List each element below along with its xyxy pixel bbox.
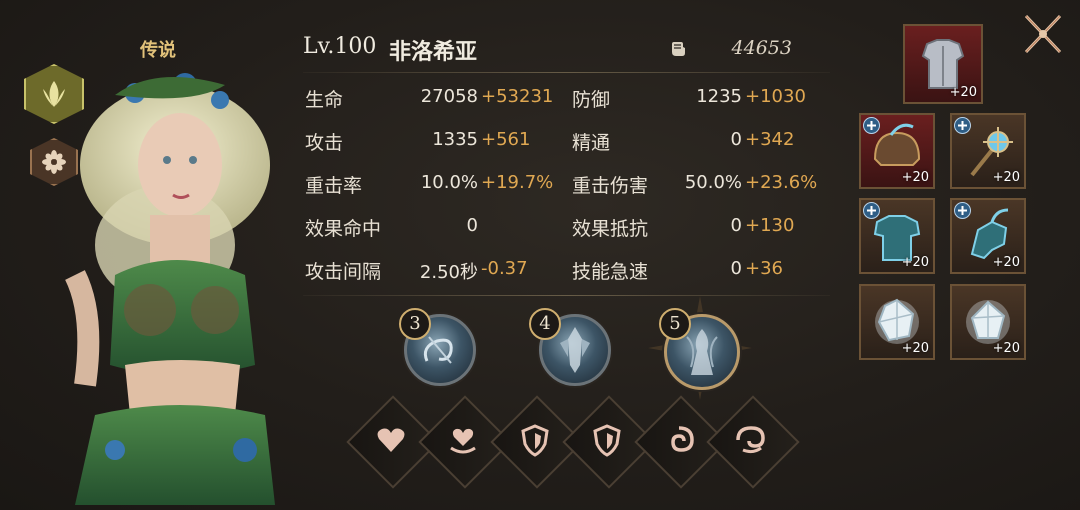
swirl-icon (736, 426, 765, 454)
stat-bonus-value: +36 (745, 258, 783, 279)
equip-level: +20 (949, 85, 977, 100)
stat-label: 生命 (305, 89, 344, 111)
stat-bonus-value: +19.7% (481, 172, 554, 193)
equip-slot-accessory-1[interactable]: +20 (859, 284, 935, 360)
equip-slot-chest[interactable]: +20 (859, 198, 935, 274)
skill-3-number: 5 (659, 308, 691, 340)
equip-slot-weapon[interactable]: +20 (950, 113, 1026, 189)
hero-detail-screen: 传说 Lv.100 非洛希亚 44653 生命 27058 +53231 防御 … (0, 0, 1080, 510)
hero-portrait (65, 73, 275, 505)
hero-name: 非洛希亚 (389, 40, 478, 65)
stat-base-value: 1335 (432, 129, 478, 150)
equip-slot-armor[interactable]: +20 (903, 24, 983, 104)
combat-power: 44653 (731, 37, 792, 59)
stat-base-value: 10.0% (420, 172, 478, 193)
upgrade-plus-icon (954, 202, 971, 219)
stat-bonus-value: -0.37 (481, 258, 528, 279)
stat-base-value: 27058 (420, 86, 478, 107)
stats-top-divider (303, 72, 830, 73)
equip-slot-gloves[interactable]: +20 (950, 198, 1026, 274)
stat-bonus-value: +1030 (745, 86, 806, 107)
equip-level: +20 (901, 170, 929, 185)
shield-icon (521, 424, 549, 457)
stat-label: 技能急速 (572, 261, 649, 283)
equip-level: +20 (901, 255, 929, 270)
fist-power-icon (672, 42, 685, 56)
equip-level: +20 (992, 341, 1020, 356)
equip-level: +20 (992, 255, 1020, 270)
stat-bonus-value: +130 (745, 215, 795, 236)
stat-label: 防御 (572, 89, 611, 111)
stat-label: 精通 (572, 132, 611, 154)
equip-level: +20 (992, 170, 1020, 185)
stat-base-value: 0 (730, 129, 742, 150)
stat-bonus-value: +53231 (481, 86, 554, 107)
stat-label: 效果命中 (305, 218, 382, 240)
stat-label: 攻击间隔 (305, 261, 382, 283)
upgrade-plus-icon (863, 202, 880, 219)
stat-label: 重击率 (305, 175, 363, 197)
stat-base-value: 0 (730, 258, 742, 279)
stat-label: 攻击 (305, 132, 344, 154)
stat-base-value: 2.50秒 (419, 262, 478, 283)
stat-bonus-value: +23.6% (745, 172, 818, 193)
skill-1-number: 3 (399, 308, 431, 340)
stat-base-value: 0 (730, 215, 742, 236)
skill-2-number: 4 (529, 308, 561, 340)
stat-base-value: 50.0% (684, 172, 742, 193)
hero-title-row: Lv.100 非洛希亚 44653 (303, 34, 828, 68)
equip-slot-accessory-2[interactable]: +20 (950, 284, 1026, 360)
stat-base-value: 1235 (696, 86, 742, 107)
equip-level: +20 (901, 341, 929, 356)
heart-hand-icon (450, 428, 476, 454)
upgrade-plus-icon (863, 117, 880, 134)
stat-label: 重击伤害 (572, 175, 649, 197)
stat-label: 效果抵抗 (572, 218, 649, 240)
equip-slot-helmet[interactable]: +20 (859, 113, 935, 189)
close-button[interactable] (1018, 10, 1068, 58)
heart-icon (377, 428, 405, 452)
stat-base-value: 0 (466, 215, 478, 236)
stat-bonus-value: +561 (481, 129, 531, 150)
stat-bonus-value: +342 (745, 129, 795, 150)
hero-level: Lv.100 (303, 34, 377, 59)
swirl-icon (671, 426, 694, 452)
shield-icon (593, 424, 621, 457)
upgrade-plus-icon (954, 117, 971, 134)
